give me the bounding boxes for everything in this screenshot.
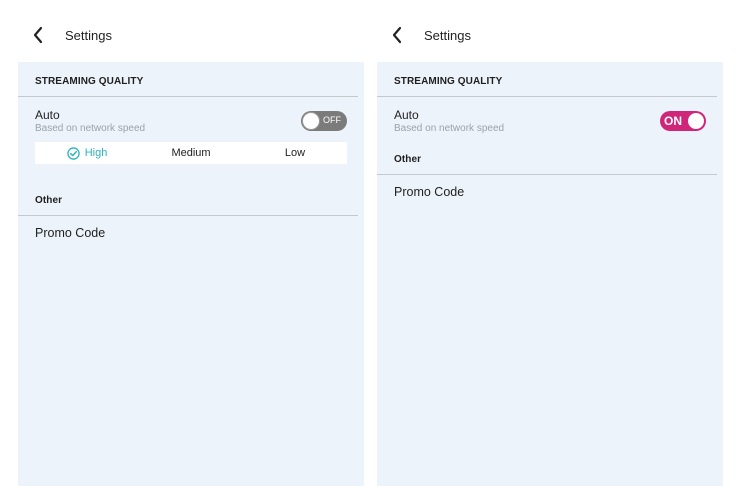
streaming-quality-section-header: STREAMING QUALITY bbox=[18, 62, 358, 97]
settings-panel: STREAMING QUALITY Auto Based on network … bbox=[18, 62, 364, 486]
quality-option-label: High bbox=[84, 147, 108, 159]
auto-toggle[interactable]: OFF bbox=[301, 111, 347, 131]
settings-screen-auto-on: Settings STREAMING QUALITY Auto Based on… bbox=[377, 0, 723, 486]
page-title: Settings bbox=[424, 28, 471, 43]
streaming-quality-heading: STREAMING QUALITY bbox=[394, 76, 503, 87]
chevron-left-icon bbox=[33, 26, 43, 44]
quality-selector: High Medium Low bbox=[35, 142, 347, 164]
other-section-header: Other bbox=[377, 140, 717, 175]
page-title: Settings bbox=[65, 28, 112, 43]
promo-code-item[interactable]: Promo Code bbox=[35, 226, 105, 240]
quality-option-medium[interactable]: Medium bbox=[139, 142, 243, 164]
auto-toggle[interactable]: ON bbox=[660, 111, 706, 131]
auto-sublabel: Based on network speed bbox=[394, 123, 505, 134]
check-circle-icon bbox=[66, 146, 80, 160]
promo-code-item[interactable]: Promo Code bbox=[394, 185, 464, 199]
auto-sublabel: Based on network speed bbox=[35, 123, 146, 134]
quality-option-label: Medium bbox=[171, 147, 211, 159]
back-button[interactable] bbox=[391, 26, 407, 46]
streaming-quality-heading: STREAMING QUALITY bbox=[35, 76, 144, 87]
header: Settings bbox=[18, 0, 364, 62]
other-heading: Other bbox=[35, 195, 63, 206]
quality-option-low[interactable]: Low bbox=[243, 142, 347, 164]
toggle-state-label: ON bbox=[664, 114, 682, 128]
back-button[interactable] bbox=[32, 26, 48, 46]
toggle-knob bbox=[687, 112, 705, 130]
settings-panel: STREAMING QUALITY Auto Based on network … bbox=[377, 62, 723, 486]
quality-option-high[interactable]: High bbox=[35, 142, 139, 164]
quality-option-label: Low bbox=[284, 147, 306, 159]
chevron-left-icon bbox=[392, 26, 402, 44]
settings-screen-auto-off: Settings STREAMING QUALITY Auto Based on… bbox=[18, 0, 364, 486]
auto-label: Auto bbox=[394, 108, 419, 122]
toggle-state-label: OFF bbox=[323, 115, 341, 125]
other-heading: Other bbox=[394, 154, 422, 165]
toggle-knob bbox=[302, 112, 320, 130]
auto-label: Auto bbox=[35, 108, 60, 122]
header: Settings bbox=[377, 0, 723, 62]
other-section-header: Other bbox=[18, 181, 358, 216]
streaming-quality-section-header: STREAMING QUALITY bbox=[377, 62, 717, 97]
